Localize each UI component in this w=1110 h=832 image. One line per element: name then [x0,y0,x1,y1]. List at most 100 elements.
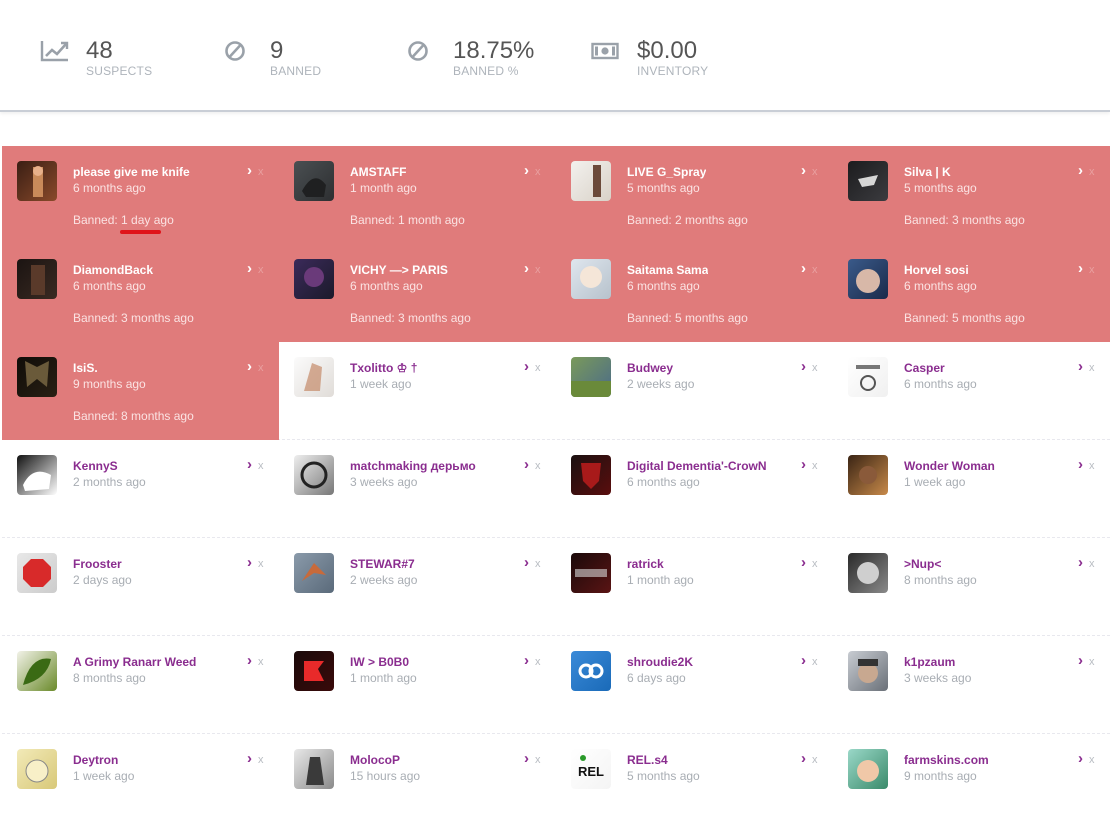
close-icon[interactable]: x [258,753,264,767]
close-icon[interactable]: x [258,263,264,277]
close-icon[interactable]: x [535,655,541,669]
suspect-card[interactable]: MolocoP 15 hours ago › x [279,734,556,832]
chevron-right-icon[interactable]: › [247,457,252,473]
suspect-card[interactable]: Saitama Sama 6 months ago Banned: 5 months… [556,244,833,342]
suspect-avatar[interactable] [17,455,57,495]
suspect-name[interactable]: shroudie2K [627,655,693,669]
suspect-avatar[interactable] [571,553,611,593]
suspect-avatar[interactable] [848,357,888,397]
close-icon[interactable]: x [812,459,818,473]
chevron-right-icon[interactable]: › [801,457,806,473]
suspect-card[interactable]: VICHY —> PARIS 6 months ago Banned: 3 mont… [279,244,556,342]
suspect-card[interactable]: Horvel sosi 6 months ago Banned: 5 months … [833,244,1110,342]
suspect-avatar[interactable] [848,553,888,593]
suspect-card[interactable]: STEWAR#7 2 weeks ago › x [279,538,556,636]
suspect-name[interactable]: matchmaking дерьмо [350,459,476,473]
suspect-card[interactable]: Wonder Woman 1 week ago › x [833,440,1110,538]
suspect-name[interactable]: LIVE G_Spray [627,165,706,179]
suspect-name[interactable]: STEWAR#7 [350,557,415,571]
suspect-card[interactable]: Txolitto ♔ † 1 week ago › x [279,342,556,440]
suspect-name[interactable]: Txolitto ♔ † [350,361,417,375]
chevron-right-icon[interactable]: › [1078,653,1083,669]
close-icon[interactable]: x [1089,557,1095,571]
suspect-card[interactable]: >Nup< 8 months ago › x [833,538,1110,636]
suspect-name[interactable]: Deytron [73,753,118,767]
close-icon[interactable]: x [1089,753,1095,767]
suspect-avatar[interactable] [17,259,57,299]
suspect-avatar[interactable] [848,651,888,691]
suspect-name[interactable]: Saitama Sama [627,263,708,277]
suspect-name[interactable]: Frooster [73,557,122,571]
suspect-avatar[interactable] [294,455,334,495]
suspect-card[interactable]: Frooster 2 days ago › x [2,538,279,636]
chevron-right-icon[interactable]: › [1078,555,1083,571]
suspect-avatar[interactable] [294,357,334,397]
chevron-right-icon[interactable]: › [801,163,806,179]
suspect-name[interactable]: AMSTAFF [350,165,406,179]
suspect-card[interactable]: matchmaking дерьмо 3 weeks ago › x [279,440,556,538]
suspect-card[interactable]: LIVE G_Spray 5 months ago Banned: 2 months… [556,146,833,244]
suspect-avatar[interactable] [848,749,888,789]
chevron-right-icon[interactable]: › [247,163,252,179]
suspect-avatar[interactable] [294,553,334,593]
chevron-right-icon[interactable]: › [801,751,806,767]
chevron-right-icon[interactable]: › [524,261,529,277]
suspect-card[interactable]: Deytron 1 week ago › x [2,734,279,832]
close-icon[interactable]: x [535,459,541,473]
suspect-avatar[interactable] [294,161,334,201]
close-icon[interactable]: x [258,655,264,669]
suspect-avatar[interactable] [571,357,611,397]
suspect-name[interactable]: k1pzaum [904,655,955,669]
suspect-name[interactable]: Digital Dementia'-CrowN [627,459,767,473]
suspect-avatar[interactable] [848,259,888,299]
close-icon[interactable]: x [535,557,541,571]
suspect-avatar[interactable] [571,259,611,299]
chevron-right-icon[interactable]: › [1078,751,1083,767]
suspect-card[interactable]: DiamondBack 6 months ago Banned: 3 months … [2,244,279,342]
suspect-name[interactable]: please give me knife [73,165,190,179]
close-icon[interactable]: x [1089,655,1095,669]
suspect-name[interactable]: Horvel sosi [904,263,969,277]
chevron-right-icon[interactable]: › [1078,457,1083,473]
suspect-name[interactable]: DiamondBack [73,263,153,277]
chevron-right-icon[interactable]: › [247,261,252,277]
close-icon[interactable]: x [812,557,818,571]
close-icon[interactable]: x [1089,263,1095,277]
close-icon[interactable]: x [1089,361,1095,375]
chevron-right-icon[interactable]: › [801,261,806,277]
suspect-card[interactable]: shroudie2K 6 days ago › x [556,636,833,734]
suspect-name[interactable]: VICHY —> PARIS [350,263,448,277]
suspect-name[interactable]: Wonder Woman [904,459,995,473]
suspect-avatar[interactable] [17,553,57,593]
close-icon[interactable]: x [535,753,541,767]
suspect-card[interactable]: Silva | K 5 months ago Banned: 3 months ag… [833,146,1110,244]
close-icon[interactable]: x [812,165,818,179]
chevron-right-icon[interactable]: › [801,555,806,571]
suspect-card[interactable]: Casper 6 months ago › x [833,342,1110,440]
chevron-right-icon[interactable]: › [801,653,806,669]
close-icon[interactable]: x [812,361,818,375]
close-icon[interactable]: x [535,165,541,179]
suspect-avatar[interactable] [571,455,611,495]
suspect-avatar[interactable] [17,749,57,789]
chevron-right-icon[interactable]: › [524,555,529,571]
close-icon[interactable]: x [258,557,264,571]
suspect-name[interactable]: A Grimy Ranarr Weed [73,655,196,669]
suspect-card[interactable]: k1pzaum 3 weeks ago › x [833,636,1110,734]
suspect-name[interactable]: IW > B0B0 [350,655,409,669]
suspect-avatar[interactable] [848,161,888,201]
chevron-right-icon[interactable]: › [247,751,252,767]
suspect-avatar[interactable] [571,651,611,691]
suspect-card[interactable]: IsiS. 9 months ago Banned: 8 months ago › x [2,342,279,440]
suspect-card[interactable]: farmskins.com 9 months ago › x [833,734,1110,832]
suspect-card[interactable]: A Grimy Ranarr Weed 8 months ago › x [2,636,279,734]
suspect-card[interactable]: KennyS 2 months ago › x [2,440,279,538]
suspect-name[interactable]: farmskins.com [904,753,989,767]
close-icon[interactable]: x [535,361,541,375]
suspect-avatar[interactable] [848,455,888,495]
suspect-card[interactable]: REL REL.s4 5 months ago › x [556,734,833,832]
suspect-card[interactable]: IW > B0B0 1 month ago › x [279,636,556,734]
suspect-card[interactable]: AMSTAFF 1 month ago Banned: 1 month ago › x [279,146,556,244]
close-icon[interactable]: x [812,655,818,669]
chevron-right-icon[interactable]: › [247,359,252,375]
